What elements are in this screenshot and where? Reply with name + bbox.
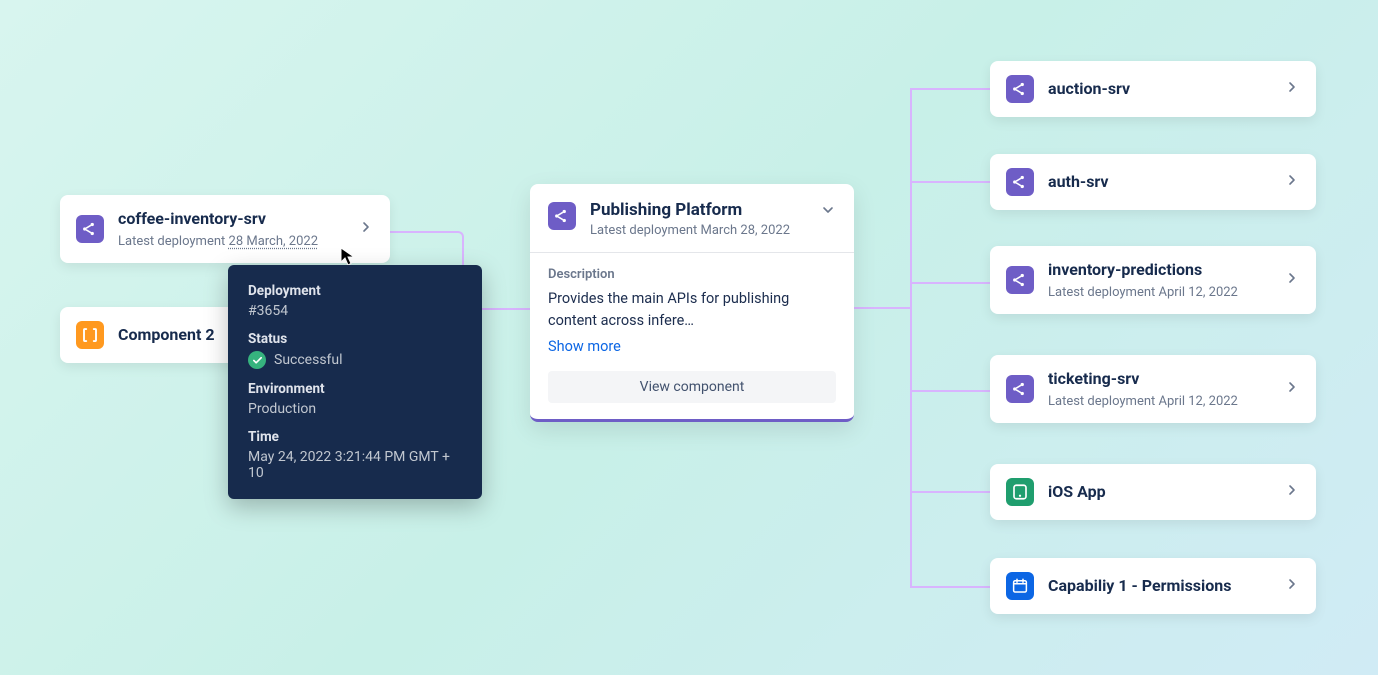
view-component-button[interactable]: View component <box>548 371 836 403</box>
node-capability-permissions[interactable]: Capabiliy 1 - Permissions <box>990 558 1316 614</box>
node-publishing-platform-expanded: Publishing Platform Latest deployment Ma… <box>530 184 854 422</box>
center-subtitle: Latest deployment March 28, 2022 <box>590 223 820 238</box>
device-icon <box>1006 478 1034 506</box>
chevron-right-icon <box>1284 379 1300 399</box>
node-subtitle: Latest deployment April 12, 2022 <box>1048 394 1272 409</box>
node-subtitle: Latest deployment 28 March, 2022 <box>118 234 346 249</box>
tooltip-deployment-label: Deployment <box>248 283 462 299</box>
node-auction-srv[interactable]: auction-srv <box>990 61 1316 117</box>
chevron-down-icon[interactable] <box>820 202 836 222</box>
chevron-right-icon <box>1284 482 1300 502</box>
node-ticketing-srv[interactable]: ticketing-srv Latest deployment April 12… <box>990 355 1316 423</box>
node-title: Capabiliy 1 - Permissions <box>1048 576 1272 597</box>
chevron-right-icon <box>1284 270 1300 290</box>
tooltip-status-label: Status <box>248 331 462 347</box>
share-icon <box>1006 75 1034 103</box>
node-subtitle: Latest deployment April 12, 2022 <box>1048 285 1272 300</box>
tooltip-status-text: Successful <box>274 352 343 368</box>
tooltip-time-label: Time <box>248 429 462 445</box>
tooltip-env-value: Production <box>248 401 462 417</box>
chevron-right-icon <box>358 219 374 239</box>
calendar-icon <box>1006 572 1034 600</box>
node-title: iOS App <box>1048 482 1272 503</box>
success-icon <box>248 351 266 369</box>
description-label: Description <box>548 267 836 282</box>
share-icon <box>1006 168 1034 196</box>
deployment-tooltip: Deployment #3654 Status Successful Envir… <box>228 265 482 499</box>
node-inventory-predictions[interactable]: inventory-predictions Latest deployment … <box>990 246 1316 314</box>
show-more-link[interactable]: Show more <box>548 338 621 355</box>
description-text: Provides the main APIs for publishing co… <box>548 288 836 332</box>
chevron-right-icon <box>1284 576 1300 596</box>
tooltip-time-value: May 24, 2022 3:21:44 PM GMT + 10 <box>248 449 462 481</box>
share-icon <box>548 202 576 230</box>
node-auth-srv[interactable]: auth-srv <box>990 154 1316 210</box>
tooltip-deployment-value: #3654 <box>248 303 462 319</box>
chevron-right-icon <box>1284 172 1300 192</box>
center-title: Publishing Platform <box>590 200 820 220</box>
node-title: auction-srv <box>1048 79 1272 100</box>
center-header: Publishing Platform Latest deployment Ma… <box>530 184 854 253</box>
share-icon <box>1006 375 1034 403</box>
node-title: ticketing-srv <box>1048 369 1272 390</box>
deploy-date-link[interactable]: 28 March, 2022 <box>229 234 319 249</box>
share-icon <box>76 215 104 243</box>
cursor-icon <box>340 247 356 267</box>
node-title: auth-srv <box>1048 172 1272 193</box>
tooltip-status-value: Successful <box>248 351 462 369</box>
node-content: coffee-inventory-srv Latest deployment 2… <box>118 209 346 249</box>
node-title: inventory-predictions <box>1048 260 1272 281</box>
node-ios-app[interactable]: iOS App <box>990 464 1316 520</box>
tooltip-env-label: Environment <box>248 381 462 397</box>
chevron-right-icon <box>1284 79 1300 99</box>
brackets-icon <box>76 321 104 349</box>
deploy-prefix: Latest deployment <box>118 234 229 249</box>
share-icon <box>1006 266 1034 294</box>
node-title: coffee-inventory-srv <box>118 209 346 230</box>
